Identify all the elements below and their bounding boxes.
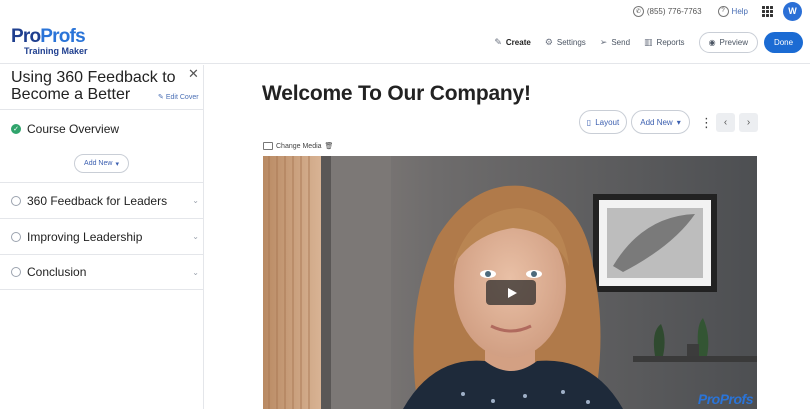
phone-number: (855) 776-7763 [646, 6, 702, 16]
utility-bar: ✆ (855) 776-7763 ? Help W [0, 0, 810, 22]
add-new-label: Add New [84, 160, 113, 167]
caret-down-icon: ▾ [115, 160, 119, 168]
apps-grid-icon[interactable] [762, 5, 773, 17]
done-button[interactable]: Done [764, 32, 803, 53]
play-icon[interactable] [486, 280, 536, 305]
logo-brand-b: Profs [40, 26, 85, 47]
header-actions: ✎ Create ⚙ Settings ➢ Send ▥ Reports ◉ P… [480, 32, 803, 53]
section-label: 360 Feedback for Leaders [27, 193, 168, 208]
sidebar-section[interactable]: Conclusion ⌄ [0, 254, 203, 290]
layout-icon: ▯ [586, 117, 592, 127]
trash-icon[interactable]: 🗑 [325, 142, 334, 150]
chevron-right-icon[interactable]: › [739, 112, 758, 132]
chevron-down-icon[interactable]: ⌄ [192, 268, 199, 277]
page-title[interactable]: Welcome To Our Company! [262, 82, 531, 106]
preview-label: Preview [719, 38, 748, 47]
gear-icon: ⚙ [544, 37, 553, 47]
edit-cover-link[interactable]: ✎ Edit Cover [158, 93, 199, 102]
chevron-left-icon[interactable]: ‹ [716, 112, 735, 132]
bar-chart-icon: ▥ [644, 37, 653, 47]
radio-circle-icon [11, 231, 21, 242]
video-watermark: ProProfs [697, 391, 754, 407]
send-icon: ➢ [599, 37, 608, 47]
help-icon: ? [717, 5, 729, 17]
chevron-down-icon[interactable]: ⌄ [192, 232, 199, 241]
help-label: Help [731, 6, 748, 16]
reports-button[interactable]: ▥ Reports [644, 37, 685, 48]
phone-icon: ✆ [632, 5, 644, 17]
kebab-icon[interactable]: ⋮ [700, 116, 713, 129]
check-circle-icon: ✓ [11, 124, 21, 134]
logo[interactable]: ProProfs Training Maker [11, 26, 88, 56]
eye-icon: ◉ [708, 38, 716, 47]
pencil-icon: ✎ [158, 94, 164, 101]
phone-contact[interactable]: ✆ (855) 776-7763 [632, 5, 702, 17]
content-toolbar: ▯ Layout Add New ▾ ⋮ ‹ › [579, 110, 758, 134]
settings-label: Settings [556, 38, 586, 47]
section-label: Improving Leadership [27, 229, 143, 244]
layout-label: Layout [595, 117, 620, 127]
settings-button[interactable]: ⚙ Settings [545, 37, 586, 48]
caret-down-icon: ▾ [676, 117, 681, 127]
sidebar-item-label: Course Overview [27, 122, 120, 136]
reports-label: Reports [656, 38, 685, 47]
send-button[interactable]: ➢ Send [600, 37, 630, 48]
preview-button[interactable]: ◉ Preview [698, 32, 758, 53]
radio-circle-icon [11, 267, 21, 277]
change-media-link[interactable]: Change Media [276, 143, 322, 150]
app-header: ProProfs Training Maker ✎ Create ⚙ Setti… [0, 22, 810, 64]
chevron-down-icon[interactable]: ⌄ [192, 196, 199, 205]
section-label: Conclusion [27, 265, 87, 279]
media-toolbar: Change Media 🗑 [263, 142, 333, 150]
help-link[interactable]: ? Help [717, 5, 748, 17]
sidebar-section[interactable]: 360 Feedback for Leaders ⌄ [0, 182, 203, 218]
close-icon[interactable]: ✕ [188, 67, 199, 80]
radio-circle-icon [11, 195, 21, 206]
add-new-label: Add New [640, 117, 673, 127]
video-player[interactable]: ProProfs [263, 156, 757, 409]
layout-button[interactable]: ▯ Layout [579, 110, 627, 134]
edit-cover-label: Edit Cover [165, 93, 199, 101]
send-label: Send [611, 38, 631, 47]
image-icon [263, 142, 273, 150]
pencil-icon: ✎ [494, 37, 502, 47]
course-sidebar: Using 360 Feedback to Become a Better ✕ … [0, 65, 204, 409]
sidebar-item-course-overview[interactable]: ✓ Course Overview [11, 122, 119, 136]
sidebar-section[interactable]: Improving Leadership ⌄ [0, 218, 203, 254]
add-new-button[interactable]: Add New ▾ [74, 154, 129, 173]
create-button[interactable]: ✎ Create [494, 37, 530, 48]
create-label: Create [505, 38, 531, 47]
add-new-content-button[interactable]: Add New ▾ [631, 110, 690, 134]
avatar[interactable]: W [783, 1, 802, 21]
sidebar-divider [0, 109, 203, 110]
logo-product: Training Maker [24, 46, 88, 56]
logo-brand-a: Pro [11, 26, 41, 47]
